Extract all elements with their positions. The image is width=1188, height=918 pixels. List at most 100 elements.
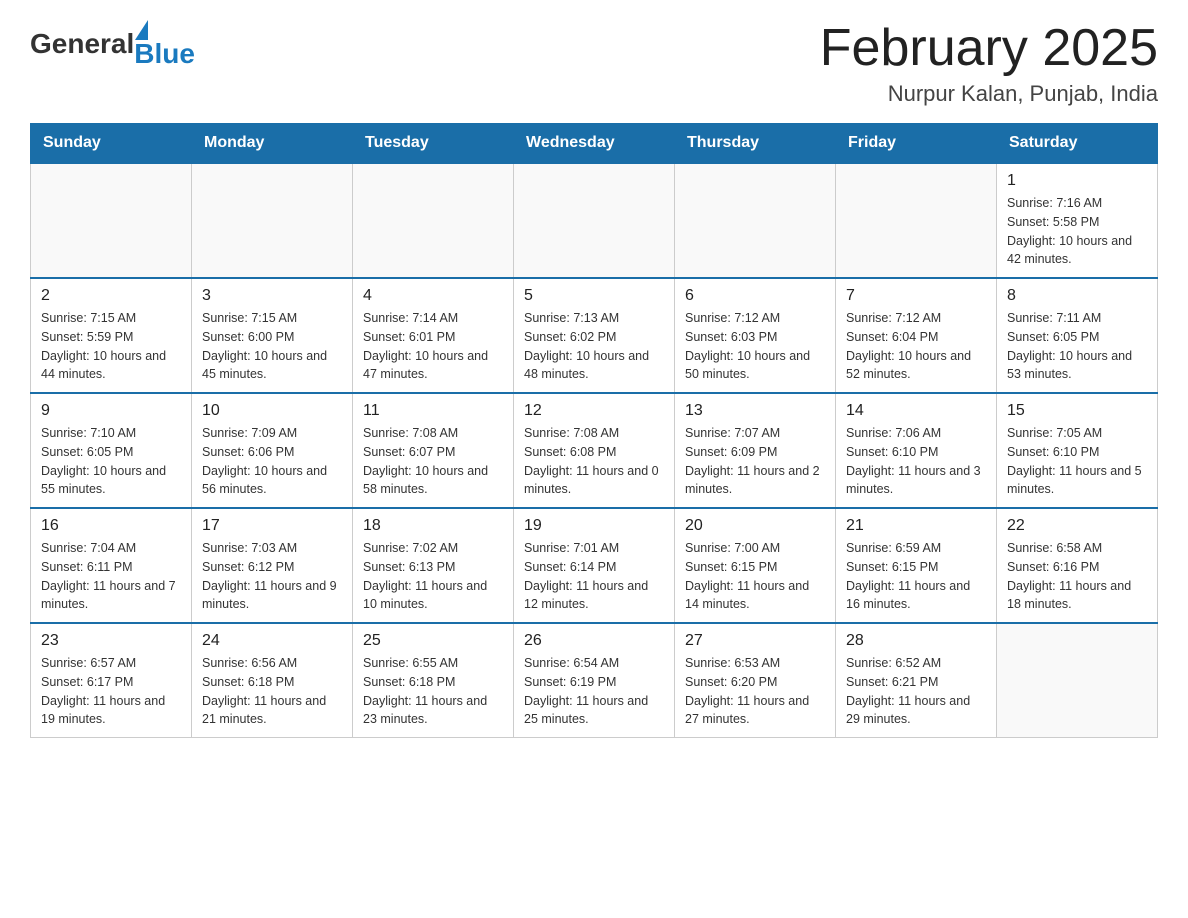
calendar-cell bbox=[192, 163, 353, 278]
weekday-header-wednesday: Wednesday bbox=[514, 124, 675, 164]
day-info: Sunrise: 6:55 AM Sunset: 6:18 PM Dayligh… bbox=[363, 654, 503, 729]
logo: General Blue bbox=[30, 20, 195, 68]
calendar-cell bbox=[836, 163, 997, 278]
day-number: 25 bbox=[363, 632, 503, 650]
weekday-header-thursday: Thursday bbox=[675, 124, 836, 164]
day-number: 3 bbox=[202, 287, 342, 305]
calendar-cell: 17 Sunrise: 7:03 AM Sunset: 6:12 PM Dayli… bbox=[192, 508, 353, 623]
day-info: Sunrise: 7:08 AM Sunset: 6:07 PM Dayligh… bbox=[363, 424, 503, 499]
calendar-cell: 6 Sunrise: 7:12 AM Sunset: 6:03 PM Daylig… bbox=[675, 278, 836, 393]
weekday-header-saturday: Saturday bbox=[997, 124, 1158, 164]
calendar-cell: 18 Sunrise: 7:02 AM Sunset: 6:13 PM Dayli… bbox=[353, 508, 514, 623]
day-info: Sunrise: 6:52 AM Sunset: 6:21 PM Dayligh… bbox=[846, 654, 986, 729]
calendar-cell: 23 Sunrise: 6:57 AM Sunset: 6:17 PM Dayli… bbox=[31, 623, 192, 738]
calendar-cell: 26Sunrise: 6:54 AM Sunset: 6:19 PM Dayli… bbox=[514, 623, 675, 738]
calendar-cell: 8 Sunrise: 7:11 AM Sunset: 6:05 PM Daylig… bbox=[997, 278, 1158, 393]
weekday-header-friday: Friday bbox=[836, 124, 997, 164]
calendar-cell: 9Sunrise: 7:10 AM Sunset: 6:05 PM Daylig… bbox=[31, 393, 192, 508]
day-info: Sunrise: 7:11 AM Sunset: 6:05 PM Dayligh… bbox=[1007, 309, 1147, 384]
day-info: Sunrise: 7:15 AM Sunset: 6:00 PM Dayligh… bbox=[202, 309, 342, 384]
week-row-4: 16Sunrise: 7:04 AM Sunset: 6:11 PM Dayli… bbox=[31, 508, 1158, 623]
calendar-cell: 22Sunrise: 6:58 AM Sunset: 6:16 PM Dayli… bbox=[997, 508, 1158, 623]
weekday-header-monday: Monday bbox=[192, 124, 353, 164]
calendar-cell: 5 Sunrise: 7:13 AM Sunset: 6:02 PM Daylig… bbox=[514, 278, 675, 393]
day-number: 17 bbox=[202, 517, 342, 535]
day-number: 26 bbox=[524, 632, 664, 650]
calendar-cell: 7 Sunrise: 7:12 AM Sunset: 6:04 PM Daylig… bbox=[836, 278, 997, 393]
calendar-cell bbox=[514, 163, 675, 278]
calendar-cell: 16Sunrise: 7:04 AM Sunset: 6:11 PM Dayli… bbox=[31, 508, 192, 623]
page-header: General Blue February 2025 Nurpur Kalan,… bbox=[30, 20, 1158, 107]
calendar-cell bbox=[353, 163, 514, 278]
calendar-cell: 15Sunrise: 7:05 AM Sunset: 6:10 PM Dayli… bbox=[997, 393, 1158, 508]
day-info: Sunrise: 7:06 AM Sunset: 6:10 PM Dayligh… bbox=[846, 424, 986, 499]
day-info: Sunrise: 7:13 AM Sunset: 6:02 PM Dayligh… bbox=[524, 309, 664, 384]
day-info: Sunrise: 7:08 AM Sunset: 6:08 PM Dayligh… bbox=[524, 424, 664, 499]
week-row-5: 23 Sunrise: 6:57 AM Sunset: 6:17 PM Dayli… bbox=[31, 623, 1158, 738]
title-area: February 2025 Nurpur Kalan, Punjab, Indi… bbox=[820, 20, 1158, 107]
day-number: 23 bbox=[41, 632, 181, 650]
calendar-cell: 27Sunrise: 6:53 AM Sunset: 6:20 PM Dayli… bbox=[675, 623, 836, 738]
weekday-header-row: SundayMondayTuesdayWednesdayThursdayFrid… bbox=[31, 124, 1158, 164]
day-number: 14 bbox=[846, 402, 986, 420]
calendar-cell: 2 Sunrise: 7:15 AM Sunset: 5:59 PM Daylig… bbox=[31, 278, 192, 393]
calendar-cell: 21Sunrise: 6:59 AM Sunset: 6:15 PM Dayli… bbox=[836, 508, 997, 623]
day-number: 8 bbox=[1007, 287, 1147, 305]
day-info: Sunrise: 7:15 AM Sunset: 5:59 PM Dayligh… bbox=[41, 309, 181, 384]
day-info: Sunrise: 7:12 AM Sunset: 6:03 PM Dayligh… bbox=[685, 309, 825, 384]
calendar-cell: 3 Sunrise: 7:15 AM Sunset: 6:00 PM Daylig… bbox=[192, 278, 353, 393]
weekday-header-sunday: Sunday bbox=[31, 124, 192, 164]
calendar-cell: 12 Sunrise: 7:08 AM Sunset: 6:08 PM Dayli… bbox=[514, 393, 675, 508]
calendar-cell: 4 Sunrise: 7:14 AM Sunset: 6:01 PM Daylig… bbox=[353, 278, 514, 393]
day-number: 10 bbox=[202, 402, 342, 420]
day-info: Sunrise: 7:02 AM Sunset: 6:13 PM Dayligh… bbox=[363, 539, 503, 614]
day-info: Sunrise: 6:53 AM Sunset: 6:20 PM Dayligh… bbox=[685, 654, 825, 729]
day-info: Sunrise: 6:57 AM Sunset: 6:17 PM Dayligh… bbox=[41, 654, 181, 729]
day-info: Sunrise: 7:09 AM Sunset: 6:06 PM Dayligh… bbox=[202, 424, 342, 499]
calendar-cell: 1 Sunrise: 7:16 AM Sunset: 5:58 PM Daylig… bbox=[997, 163, 1158, 278]
day-number: 13 bbox=[685, 402, 825, 420]
day-number: 7 bbox=[846, 287, 986, 305]
day-number: 1 bbox=[1007, 172, 1147, 190]
calendar-cell: 25 Sunrise: 6:55 AM Sunset: 6:18 PM Dayli… bbox=[353, 623, 514, 738]
day-number: 22 bbox=[1007, 517, 1147, 535]
calendar-cell: 10 Sunrise: 7:09 AM Sunset: 6:06 PM Dayli… bbox=[192, 393, 353, 508]
day-number: 2 bbox=[41, 287, 181, 305]
day-info: Sunrise: 7:05 AM Sunset: 6:10 PM Dayligh… bbox=[1007, 424, 1147, 499]
calendar-cell bbox=[997, 623, 1158, 738]
day-info: Sunrise: 7:14 AM Sunset: 6:01 PM Dayligh… bbox=[363, 309, 503, 384]
calendar-cell: 13 Sunrise: 7:07 AM Sunset: 6:09 PM Dayli… bbox=[675, 393, 836, 508]
calendar-cell bbox=[31, 163, 192, 278]
calendar-cell: 28Sunrise: 6:52 AM Sunset: 6:21 PM Dayli… bbox=[836, 623, 997, 738]
day-number: 12 bbox=[524, 402, 664, 420]
day-number: 19 bbox=[524, 517, 664, 535]
day-info: Sunrise: 7:12 AM Sunset: 6:04 PM Dayligh… bbox=[846, 309, 986, 384]
calendar-cell: 20Sunrise: 7:00 AM Sunset: 6:15 PM Dayli… bbox=[675, 508, 836, 623]
day-info: Sunrise: 7:10 AM Sunset: 6:05 PM Dayligh… bbox=[41, 424, 181, 499]
day-number: 4 bbox=[363, 287, 503, 305]
day-number: 6 bbox=[685, 287, 825, 305]
calendar-cell: 11 Sunrise: 7:08 AM Sunset: 6:07 PM Dayli… bbox=[353, 393, 514, 508]
day-info: Sunrise: 7:16 AM Sunset: 5:58 PM Dayligh… bbox=[1007, 194, 1147, 269]
weekday-header-tuesday: Tuesday bbox=[353, 124, 514, 164]
week-row-3: 9Sunrise: 7:10 AM Sunset: 6:05 PM Daylig… bbox=[31, 393, 1158, 508]
calendar-cell: 24Sunrise: 6:56 AM Sunset: 6:18 PM Dayli… bbox=[192, 623, 353, 738]
day-info: Sunrise: 7:03 AM Sunset: 6:12 PM Dayligh… bbox=[202, 539, 342, 614]
day-info: Sunrise: 7:07 AM Sunset: 6:09 PM Dayligh… bbox=[685, 424, 825, 499]
day-info: Sunrise: 7:01 AM Sunset: 6:14 PM Dayligh… bbox=[524, 539, 664, 614]
day-number: 21 bbox=[846, 517, 986, 535]
day-number: 18 bbox=[363, 517, 503, 535]
day-info: Sunrise: 6:56 AM Sunset: 6:18 PM Dayligh… bbox=[202, 654, 342, 729]
week-row-2: 2 Sunrise: 7:15 AM Sunset: 5:59 PM Daylig… bbox=[31, 278, 1158, 393]
calendar-table: SundayMondayTuesdayWednesdayThursdayFrid… bbox=[30, 123, 1158, 738]
month-title: February 2025 bbox=[820, 20, 1158, 77]
location-title: Nurpur Kalan, Punjab, India bbox=[820, 81, 1158, 107]
calendar-cell: 19 Sunrise: 7:01 AM Sunset: 6:14 PM Dayli… bbox=[514, 508, 675, 623]
day-number: 20 bbox=[685, 517, 825, 535]
calendar-cell bbox=[675, 163, 836, 278]
calendar-cell: 14 Sunrise: 7:06 AM Sunset: 6:10 PM Dayli… bbox=[836, 393, 997, 508]
day-number: 5 bbox=[524, 287, 664, 305]
day-number: 11 bbox=[363, 402, 503, 420]
logo-blue-text: Blue bbox=[134, 40, 195, 68]
week-row-1: 1 Sunrise: 7:16 AM Sunset: 5:58 PM Daylig… bbox=[31, 163, 1158, 278]
